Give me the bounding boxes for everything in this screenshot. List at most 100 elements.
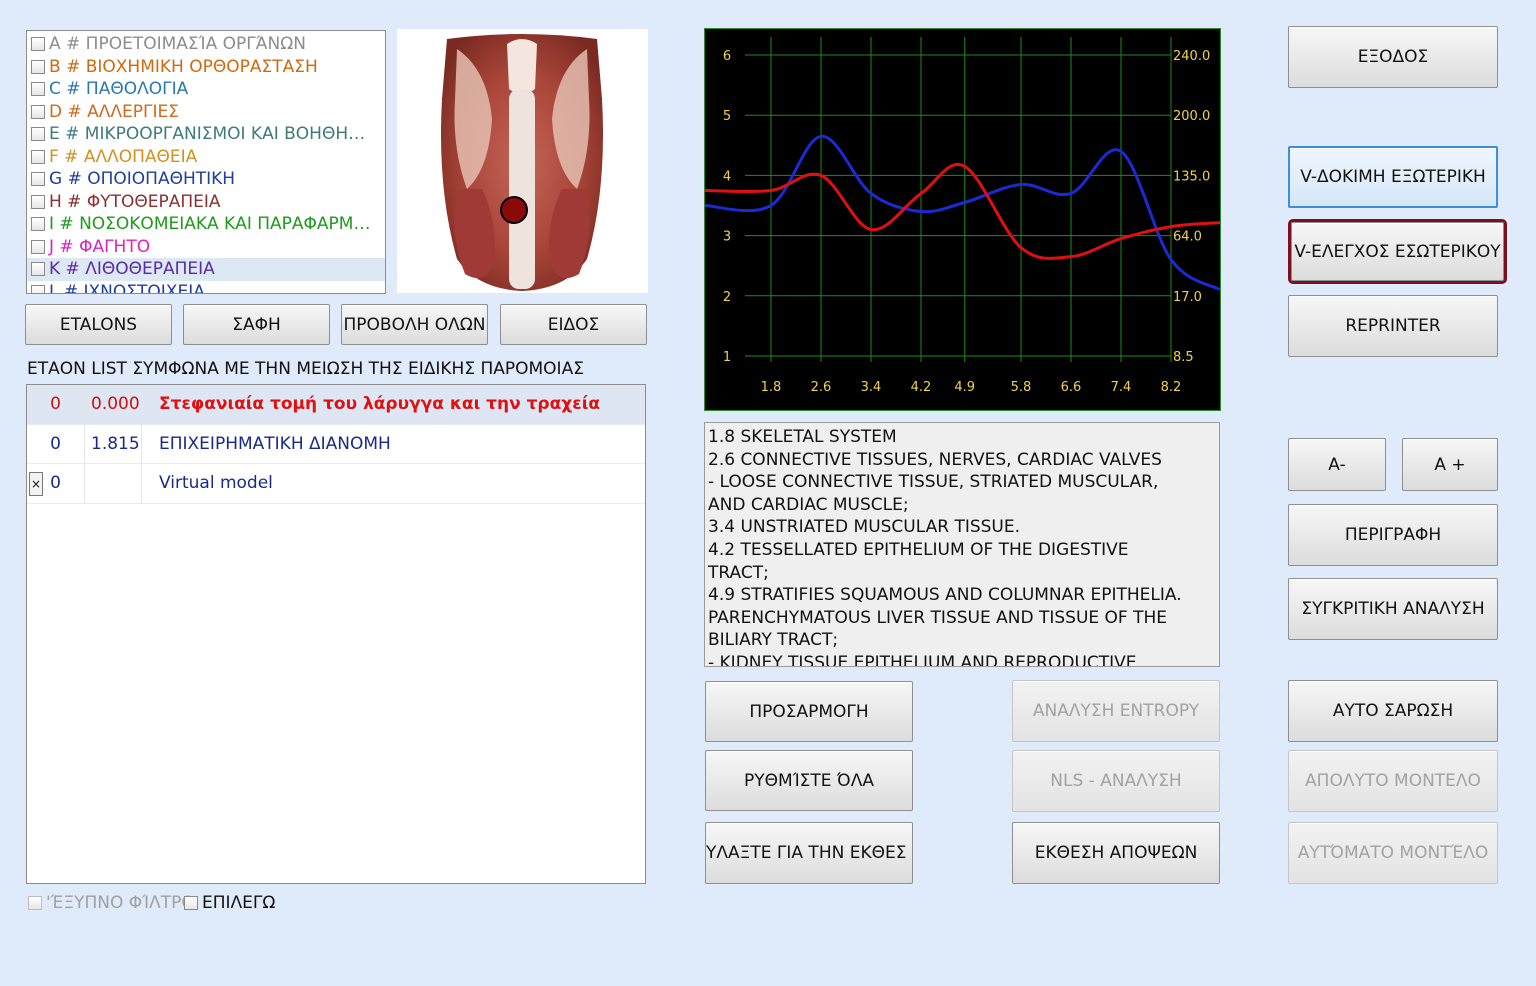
category-item[interactable]: J # ΦΑΓΗΤΟ: [27, 236, 385, 259]
absolute-model-button[interactable]: ΑΠΟΛΥΤΟ ΜΟΝΤΕΛΟ: [1288, 750, 1498, 812]
description-button[interactable]: ΠΕΡΙΓΡΑΦΗ: [1288, 504, 1498, 566]
category-item[interactable]: B # ΒΙΟΧΗΜΙΚΗ ΟΡΘΟΡΑΣΤΑΣΗ: [27, 56, 385, 79]
category-item[interactable]: L # ΙΧΝΟΣΤΟΙΧΕΙΑ: [27, 281, 385, 293]
etalons-button[interactable]: ETALONS: [25, 304, 172, 345]
category-checkbox[interactable]: [31, 104, 45, 119]
entropy-analysis-button[interactable]: ΑΝΑΛΥΣΗ ENTROPY: [1012, 680, 1220, 742]
x-tick-label: 5.8: [1011, 380, 1032, 395]
category-item[interactable]: G # ΟΠΟΙΟΠΑΘΗΤΙΚΗ: [27, 168, 385, 191]
smart-filter-checkbox[interactable]: 'ΈΞΥΠΝΟ ΦΊΛΤΡΟ: [28, 893, 195, 913]
row-name: ΕΠΙΧΕΙΡΗΜΑΤΙΚΗ ΔΙΑΝΟΜΗ: [159, 433, 391, 454]
category-checkbox[interactable]: [31, 284, 45, 293]
y-left-tick-label: 3: [723, 230, 731, 245]
show-all-button[interactable]: ΠΡΟΒΟΛΗ ΟΛΩΝ: [341, 304, 488, 345]
category-label: C # ΠΑΘΟΛΟΓΙΑ: [49, 79, 189, 100]
category-label: A # ΠΡΟΕΤΟΙΜΑΣΊΑ ΟΡΓΆΝΩΝ: [49, 34, 306, 55]
description-line: 3.4 UNSTRIATED MUSCULAR TISSUE.: [708, 517, 1021, 538]
description-line: PARENCHYMATOUS LIVER TISSUE AND TISSUE O…: [708, 607, 1167, 628]
table-row[interactable]: 0 0.000 Στεφανιαία τομή του λάρυγγα και τη…: [27, 385, 645, 425]
x-tick-label: 2.6: [811, 380, 832, 395]
description-line: - KIDNEY TISSUE EPITHELIUM AND REPRODUCT…: [708, 652, 1137, 667]
row-value: [85, 464, 142, 503]
category-item[interactable]: E # ΜΙΚΡΟΟΡΓΑΝΙΣΜΟΙ ΚΑΙ ΒΟΗΘΗ…: [27, 123, 385, 146]
smart-filter-box[interactable]: [28, 896, 42, 910]
font-increase-button[interactable]: A +: [1402, 438, 1498, 491]
description-line: 2.6 CONNECTIVE TISSUES, NERVES, CARDIAC …: [708, 449, 1162, 470]
auto-model-button[interactable]: ΑΥΤΌΜΑΤΟ ΜΟΝΤΈΛΟ: [1288, 822, 1498, 884]
x-tick-label: 3.4: [861, 380, 882, 395]
etalon-table[interactable]: 0 0.000 Στεφανιαία τομή του λάρυγγα και τη…: [26, 384, 646, 884]
description-line: 1.8 SKELETAL SYSTEM: [708, 427, 897, 447]
category-label: F # ΑΛΛΟΠΑΘΕΙΑ: [49, 146, 198, 167]
description-line: BILIARY TRACT;: [708, 630, 839, 651]
table-row[interactable]: 0 1.815 ΕΠΙΧΕΙΡΗΜΑΤΙΚΗ ΔΙΑΝΟΜΗ: [27, 424, 645, 464]
x-tick-label: 8.2: [1161, 380, 1182, 395]
table-row[interactable]: 0 Virtual model ×: [27, 464, 645, 504]
type-button[interactable]: ΕΙΔΟΣ: [500, 304, 647, 345]
select-box[interactable]: [184, 896, 198, 910]
opinion-report-button[interactable]: ΕΚΘΕΣΗ ΑΠΟΨΕΩΝ: [1012, 822, 1220, 884]
category-item[interactable]: H # ΦΥΤΟΘΕΡΑΠΕΙΑ: [27, 191, 385, 214]
category-item[interactable]: D # ΑΛΛΕΡΓΙΕΣ: [27, 101, 385, 124]
select-label: ΕΠΙΛΕΓΩ: [202, 893, 276, 913]
select-checkbox[interactable]: ΕΠΙΛΕΓΩ: [184, 893, 275, 913]
description-line: - LOOSE CONNECTIVE TISSUE, STRIATED MUSC…: [708, 472, 1159, 493]
category-checkbox[interactable]: [31, 239, 45, 254]
row-name: Virtual model: [159, 473, 273, 494]
x-tick-label: 4.9: [954, 380, 975, 395]
auto-scan-button[interactable]: ΑΥΤΟ ΣΑΡΩΣΗ: [1288, 680, 1498, 742]
category-item[interactable]: I # ΝΟΣΟΚΟΜΕΙΑΚΑ ΚΑΙ ΠΑΡΑΦΑΡΜ…: [27, 213, 385, 236]
category-label: G # ΟΠΟΙΟΠΑΘΗΤΙΚΗ: [49, 169, 236, 190]
description-box: 1.8 SKELETAL SYSTEM 2.6 CONNECTIVE TISSUE…: [704, 422, 1220, 667]
y-left-tick-label: 6: [723, 49, 731, 64]
organ-image: [397, 29, 648, 293]
v-check-internal-button[interactable]: V-ΕΛΕΓΧΟΣ ΕΣΩΤΕΡΙΚΟΥ: [1288, 219, 1507, 284]
y-left-tick-label: 5: [723, 109, 731, 124]
category-item[interactable]: F # ΑΛΛΟΠΑΘΕΙΑ: [27, 146, 385, 169]
saphe-button[interactable]: ΣΑΦΗ: [183, 304, 330, 345]
category-checkbox[interactable]: [31, 37, 45, 52]
close-icon[interactable]: ×: [29, 472, 43, 496]
series-line-1: [704, 163, 1221, 260]
y-right-tick-label: 17.0: [1173, 290, 1202, 305]
row-index: 0: [27, 385, 85, 424]
category-label: B # ΒΙΟΧΗΜΙΚΗ ΟΡΘΟΡΑΣΤΑΣΗ: [49, 56, 318, 77]
comparative-analysis-button[interactable]: ΣΥΓΚΡΙΤΙΚΗ ΑΝΑΛΥΣΗ: [1288, 578, 1498, 640]
category-item[interactable]: K # ΛΙΘΟΘΕΡΑΠΕΙΑ: [27, 258, 385, 281]
row-index: 0: [27, 424, 85, 463]
category-checkbox[interactable]: [31, 149, 45, 164]
font-decrease-button[interactable]: A-: [1288, 438, 1386, 491]
category-label: E # ΜΙΚΡΟΟΡΓΑΝΙΣΜΟΙ ΚΑΙ ΒΟΗΘΗ…: [49, 124, 366, 145]
exit-button[interactable]: ΕΞΟΔΟΣ: [1288, 26, 1498, 88]
category-checkbox[interactable]: [31, 59, 45, 74]
row-name: Στεφανιαία τομή του λάρυγγα και την τραχ…: [159, 394, 601, 415]
category-checkbox[interactable]: [31, 262, 45, 277]
description-line: TRACT;: [708, 562, 769, 583]
nls-analysis-button[interactable]: NLS - ΑΝΑΛΥΣΗ: [1012, 750, 1220, 812]
description-line: 4.2 TESSELLATED EPITHELIUM OF THE DIGEST…: [708, 539, 1129, 560]
y-right-tick-label: 135.0: [1173, 169, 1210, 184]
category-checkbox[interactable]: [31, 172, 45, 187]
category-item[interactable]: C # ΠΑΘΟΛΟΓΙΑ: [27, 78, 385, 101]
description-line: 4.9 STRATIFIES SQUAMOUS AND COLUMNAR EPI…: [708, 585, 1182, 606]
category-checkbox[interactable]: [31, 127, 45, 142]
row-value: 0.000: [85, 385, 142, 424]
save-report-button[interactable]: ΥΛΑΞΤΕ ΓΙΑ ΤΗΝ ΕΚΘΕΣ: [705, 822, 913, 884]
set-all-button[interactable]: ΡΥΘΜΊΣΤΕ ΌΛΑ: [705, 750, 913, 811]
y-left-tick-label: 2: [723, 290, 731, 305]
category-checkbox[interactable]: [31, 194, 45, 209]
category-list[interactable]: A # ΠΡΟΕΤΟΙΜΑΣΊΑ ΟΡΓΆΝΩΝ B # ΒΙΟΧΗΜΙΚΗ ΟΡ…: [26, 30, 386, 294]
category-label: D # ΑΛΛΕΡΓΙΕΣ: [49, 101, 179, 122]
x-tick-label: 1.8: [761, 380, 782, 395]
category-label: J # ΦΑΓΗΤΟ: [49, 236, 151, 257]
v-test-external-button[interactable]: V-ΔΟΚΙΜΗ ΕΞΩΤΕΡΙΚΗ: [1288, 146, 1498, 208]
adjust-button[interactable]: ΠΡΟΣΑΡΜΟΓΗ: [705, 681, 913, 742]
category-label: H # ΦΥΤΟΘΕΡΑΠΕΙΑ: [49, 191, 221, 212]
category-checkbox[interactable]: [31, 82, 45, 97]
category-label: K # ΛΙΘΟΘΕΡΑΠΕΙΑ: [49, 259, 215, 280]
x-tick-label: 7.4: [1111, 380, 1132, 395]
category-item[interactable]: A # ΠΡΟΕΤΟΙΜΑΣΊΑ ΟΡΓΆΝΩΝ: [27, 33, 385, 56]
reprinter-button[interactable]: REPRINTER: [1288, 295, 1498, 357]
description-line: AND CARDIAC MUSCLE;: [708, 494, 909, 515]
category-checkbox[interactable]: [31, 217, 45, 232]
